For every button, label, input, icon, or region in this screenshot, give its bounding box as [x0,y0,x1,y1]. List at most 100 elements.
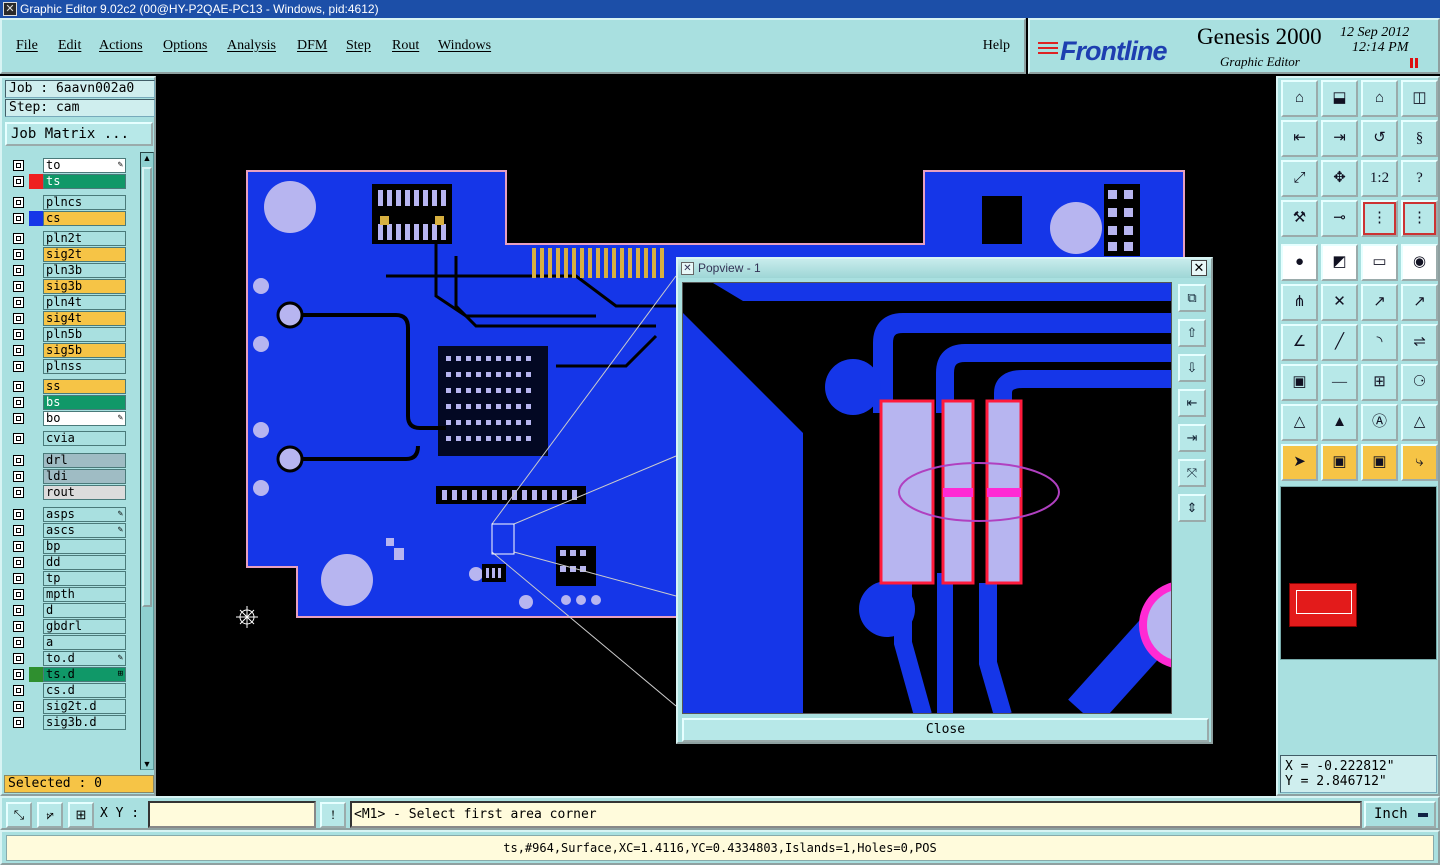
surface-icon[interactable]: ◩ [1321,244,1358,281]
layer-name[interactable]: bp [43,539,126,554]
layer-checkbox[interactable] [13,249,24,260]
layer-name[interactable]: plnss [43,359,126,374]
layer-name[interactable]: to.d ✎ [43,651,126,666]
layer-name[interactable]: pln5b [43,327,126,342]
layer-checkbox[interactable] [13,433,24,444]
layer-name[interactable]: ldi [43,469,126,484]
menu-edit[interactable]: Edit [58,38,81,54]
layer-name[interactable]: gbdrl [43,619,126,634]
layer-checkbox[interactable] [13,701,24,712]
group-icon[interactable]: ⚆ [1401,364,1438,401]
layer-name[interactable]: d [43,603,126,618]
layer-checkbox[interactable] [13,313,24,324]
layer-row-pln5b[interactable]: pln5b [5,327,139,342]
menu-rout[interactable]: Rout [392,38,419,54]
layer-row-ldi[interactable]: ldi [5,469,139,484]
layer-name[interactable]: a [43,635,126,650]
layer-row-ts-d[interactable]: ts.d ⊞ [5,667,139,682]
layer-row-pln4t[interactable]: pln4t [5,295,139,310]
layer-name[interactable]: bo ✎ [43,411,126,426]
layer-row-sig5b[interactable]: sig5b [5,343,139,358]
layer-checkbox[interactable] [13,397,24,408]
layer-row-ss[interactable]: ss [5,379,139,394]
layer-name[interactable]: sig5b [43,343,126,358]
layer-checkbox[interactable] [13,605,24,616]
popview-title-bar[interactable]: ✕ Popview - 1 [678,259,1211,278]
layer-row-plncs[interactable]: plncs [5,195,139,210]
layer-name[interactable]: pln4t [43,295,126,310]
popview-window[interactable]: ✕ Popview - 1 ✕ ⧉ ⇧ ⇩ ⇤ ⇥ ⤧ ⇕ Close [676,257,1213,744]
layer-name[interactable]: to ✎ [43,158,126,173]
layer-row-to[interactable]: to ✎ [5,158,139,173]
snap-toggle-icon[interactable]: ⤡ [6,802,32,828]
layer-checkbox[interactable] [13,160,24,171]
select-area-icon[interactable]: ▣ [1361,444,1398,481]
layer-name[interactable]: ts.d ⊞ [43,667,126,682]
layer-name[interactable]: sig2t [43,247,126,262]
center-icon[interactable]: ✥ [1321,160,1358,197]
menu-file[interactable]: File [16,38,38,54]
measure-icon[interactable]: ⚒ [1281,200,1318,237]
layer-checkbox[interactable] [13,487,24,498]
angle-icon[interactable]: ∠ [1281,324,1318,361]
layer-color-swatch[interactable] [29,211,43,226]
layer-checkbox[interactable] [13,413,24,424]
layer-checkbox[interactable] [13,621,24,632]
layer-compare-icon[interactable]: ⋮ [1361,200,1398,237]
grid-toggle-icon[interactable]: ⊞ [68,802,94,828]
probe-icon[interactable]: ⊸ [1321,200,1358,237]
popview-canvas[interactable] [682,282,1172,714]
layer-checkbox[interactable] [13,471,24,482]
fill-icon[interactable]: ▲ [1321,404,1358,441]
layer-checkbox[interactable] [13,265,24,276]
pause-icon[interactable] [1410,58,1418,68]
layer-row-asps[interactable]: asps ✎ [5,507,139,522]
menu-options[interactable]: Options [163,38,207,54]
layer-row-sig2t[interactable]: sig2t [5,247,139,262]
layer-row-to-d[interactable]: to.d ✎ [5,651,139,666]
layer-checkbox[interactable] [13,345,24,356]
job-matrix-button[interactable]: Job Matrix ... [5,122,153,146]
home-icon[interactable]: ⌂ [1361,80,1398,117]
layer-row-rout[interactable]: rout [5,485,139,500]
flip-icon[interactable]: ⇌ [1401,324,1438,361]
scroll-down-icon[interactable]: ▼ [142,759,152,769]
layer-checkbox[interactable] [13,557,24,568]
layer-row-tp[interactable]: tp [5,571,139,586]
layer-row-bo[interactable]: bo ✎ [5,411,139,426]
layer-name[interactable]: cs [43,211,126,226]
outline-icon[interactable]: Ⓐ [1361,404,1398,441]
alert-icon[interactable]: ! [320,802,346,828]
layer-row-d[interactable]: d [5,603,139,618]
xy-input[interactable] [148,801,316,828]
menu-dfm[interactable]: DFM [297,38,327,54]
layer-row-pln2t[interactable]: pln2t [5,231,139,246]
layer-row-mpth[interactable]: mpth [5,587,139,602]
zoom-out-icon[interactable]: ⇩ [1178,354,1206,382]
layer-checkbox[interactable] [13,213,24,224]
menu-windows[interactable]: Windows [438,38,491,54]
layer-name[interactable]: ascs ✎ [43,523,126,538]
layer-name[interactable]: dd [43,555,126,570]
layer-row-sig3b-d[interactable]: sig3b.d [5,715,139,730]
scroll-up-icon[interactable]: ▲ [142,153,152,163]
layer-name[interactable]: sig4t [43,311,126,326]
layer-row-gbdrl[interactable]: gbdrl [5,619,139,634]
layer-checkbox[interactable] [13,541,24,552]
contract-icon[interactable]: ⇕ [1178,494,1206,522]
layer-row-dd[interactable]: dd [5,555,139,570]
layer-checkbox[interactable] [13,381,24,392]
layer-name[interactable]: mpth [43,587,126,602]
layer-color-swatch[interactable] [29,174,43,189]
layer-name[interactable]: sig3b.d [43,715,126,730]
menu-actions[interactable]: Actions [99,38,143,54]
select-icon[interactable]: ▣ [1321,444,1358,481]
pad-icon[interactable]: ● [1281,244,1318,281]
layer-row-sig3b[interactable]: sig3b [5,279,139,294]
arc-icon[interactable]: ◝ [1361,324,1398,361]
expand-icon[interactable]: ⤧ [1178,459,1206,487]
snap-icon[interactable]: ▣ [1281,364,1318,401]
layer-row-cvia[interactable]: cvia [5,431,139,446]
scroll-thumb[interactable] [142,167,152,607]
layer-row-cs-d[interactable]: cs.d [5,683,139,698]
